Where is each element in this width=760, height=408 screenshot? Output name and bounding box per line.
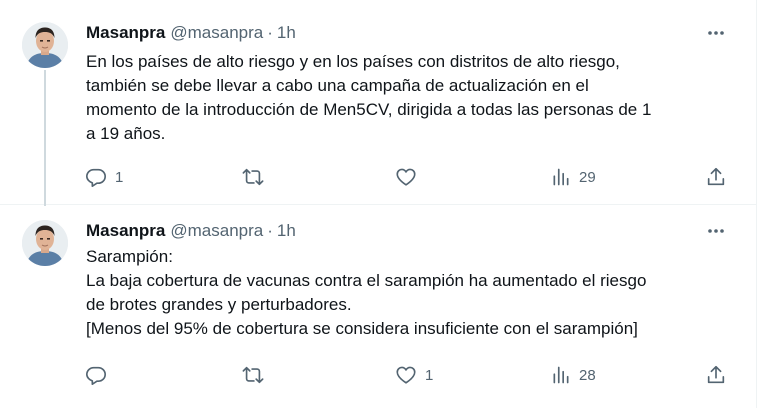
like-button[interactable]: 1: [395, 360, 433, 390]
tweet-timestamp[interactable]: 1h: [277, 221, 296, 241]
avatar-photo: [22, 22, 68, 68]
tweet[interactable]: Masanpra @masanpra · 1h En los países de…: [0, 0, 756, 206]
retweet-button[interactable]: [242, 162, 272, 192]
tweet-actions: 1 29: [0, 162, 756, 192]
share-icon: [707, 365, 725, 384]
author-handle[interactable]: @masanpra: [170, 221, 263, 241]
reply-button[interactable]: 1: [85, 162, 123, 192]
more-options-button[interactable]: [700, 220, 732, 242]
views-bar-chart-icon: [553, 366, 569, 384]
tweet-text: En los países de alto riesgo y en los pa…: [86, 50, 736, 146]
views-count: 28: [579, 366, 596, 384]
views-button[interactable]: 29: [551, 162, 596, 192]
like-count: 1: [425, 366, 434, 384]
tweet[interactable]: Masanpra @masanpra · 1h Sarampión: La ba…: [0, 205, 756, 408]
avatar[interactable]: [22, 22, 68, 68]
header-separator: ·: [267, 23, 273, 42]
tweet-text-line: En los países de alto riesgo y en los pa…: [86, 52, 620, 71]
heart-icon: [396, 366, 416, 384]
tweet-text-line: La baja cobertura de vacunas contra el s…: [86, 271, 647, 290]
views-bar-chart-icon: [553, 168, 569, 186]
header-separator: ·: [267, 221, 273, 240]
tweet-text-line: a 19 años.: [86, 124, 166, 143]
reply-count: 1: [115, 168, 124, 186]
tweet-timestamp[interactable]: 1h: [277, 23, 296, 43]
tweet-text-line: [Menos del 95% de cobertura se considera…: [86, 319, 638, 338]
avatar[interactable]: [22, 220, 68, 266]
more-horizontal-icon: [708, 229, 724, 233]
avatar-photo: [22, 220, 68, 266]
tweet-text-line: de brotes grandes y perturbadores.: [86, 295, 352, 314]
tweet-text-line: también se debe llevar a cabo una campañ…: [86, 76, 589, 95]
more-options-button[interactable]: [700, 22, 732, 44]
retweet-icon: [242, 366, 264, 384]
author-name[interactable]: Masanpra: [86, 221, 165, 241]
like-button[interactable]: [395, 162, 425, 192]
views-button[interactable]: 28: [551, 360, 596, 390]
timeline-border: [756, 0, 757, 408]
reply-icon: [86, 366, 106, 385]
tweet-header: Masanpra @masanpra · 1h: [86, 220, 296, 242]
author-name[interactable]: Masanpra: [86, 23, 165, 43]
more-horizontal-icon: [708, 31, 724, 35]
retweet-button[interactable]: [242, 360, 272, 390]
tweet-header: Masanpra @masanpra · 1h: [86, 22, 296, 44]
reply-button[interactable]: [85, 360, 115, 390]
tweet-text-line: Sarampión:: [86, 247, 173, 266]
share-button[interactable]: [705, 360, 727, 390]
share-icon: [707, 167, 725, 186]
retweet-icon: [242, 168, 264, 186]
tweet-text-line: momento de la introducción de Men5CV, di…: [86, 100, 652, 119]
tweet-actions: 1 28: [0, 360, 756, 390]
author-handle[interactable]: @masanpra: [170, 23, 263, 43]
reply-icon: [86, 168, 106, 187]
views-count: 29: [579, 168, 596, 186]
tweet-text: Sarampión: La baja cobertura de vacunas …: [86, 245, 736, 341]
heart-icon: [396, 168, 416, 186]
share-button[interactable]: [705, 162, 727, 192]
